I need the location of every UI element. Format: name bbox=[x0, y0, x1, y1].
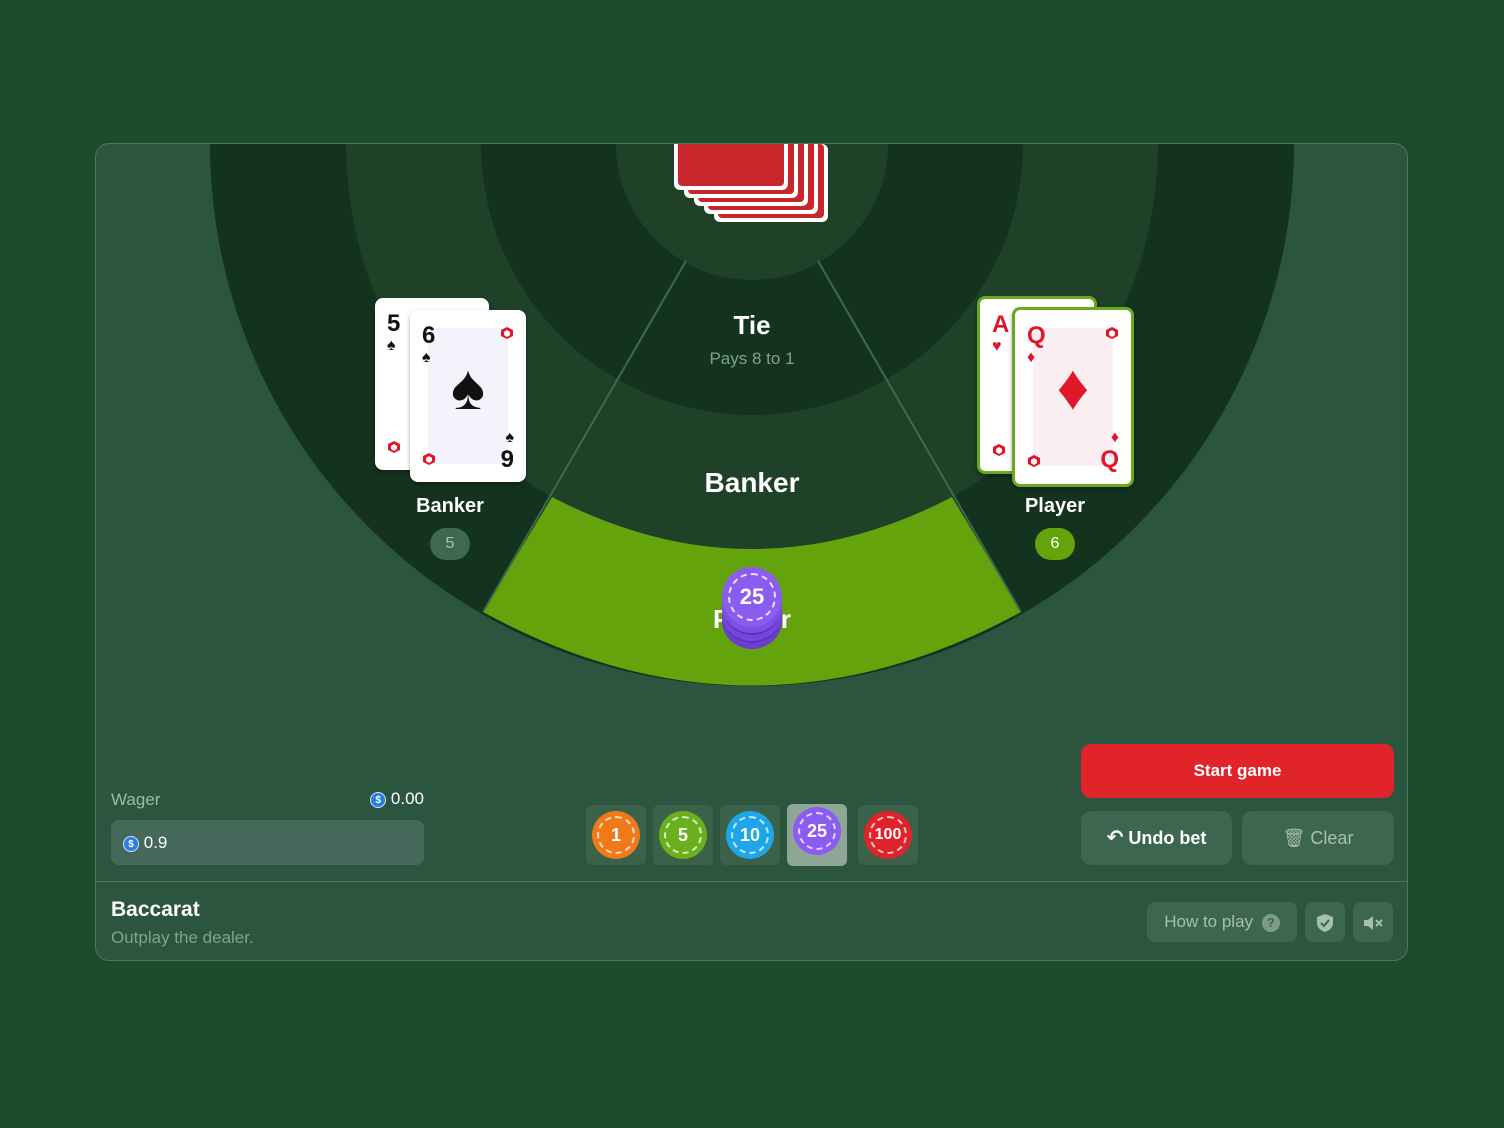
wager-amount-field[interactable]: $ 0.9 bbox=[111, 820, 424, 865]
bet-chip-stack[interactable]: 25 bbox=[722, 567, 782, 651]
chip-10-button[interactable]: 10 bbox=[720, 805, 780, 865]
chip-100-button[interactable]: 100 bbox=[858, 805, 918, 865]
bet-chip-value: 25 bbox=[739, 584, 765, 609]
tie-payout-text: Pays 8 to 1 bbox=[709, 349, 795, 368]
undo-icon: ↶ bbox=[1106, 827, 1124, 849]
chip-1-button[interactable]: 1 bbox=[586, 805, 646, 865]
banker-zone-label[interactable]: Banker bbox=[652, 467, 852, 499]
banker-count-badge: 5 bbox=[430, 528, 470, 560]
wager-balance: $ 0.00 bbox=[368, 789, 424, 809]
how-to-play-button[interactable]: How to play ? bbox=[1147, 902, 1297, 942]
card-back bbox=[674, 144, 788, 190]
bet-chip-top: 25 bbox=[722, 567, 782, 627]
chip-25-button[interactable]: 25 bbox=[787, 804, 847, 866]
brand-logo-icon bbox=[1028, 455, 1040, 467]
wager-label: Wager bbox=[111, 790, 161, 809]
brand-logo-icon bbox=[388, 441, 400, 453]
clear-button[interactable]: 🗑 Clear bbox=[1242, 811, 1394, 865]
footer-divider bbox=[96, 881, 1407, 882]
player-card-2: Q ♦ ♦ ♦ Q bbox=[1012, 307, 1134, 487]
spade-icon: ♠ bbox=[451, 351, 485, 423]
game-title: Baccarat bbox=[111, 898, 200, 921]
player-hand-label: Player bbox=[1024, 495, 1086, 517]
wager-amount-value: 0.9 bbox=[143, 833, 168, 852]
brand-logo-icon bbox=[993, 444, 1005, 456]
player-count-badge: 6 bbox=[1035, 528, 1075, 560]
undo-bet-button[interactable]: ↶ Undo bet bbox=[1081, 811, 1232, 865]
game-subtitle: Outplay the dealer. bbox=[111, 928, 254, 947]
mute-icon bbox=[1364, 915, 1383, 930]
game-panel: Tie Pays 8 to 1 Banker Player 25 5 ♠ 6 ♠… bbox=[95, 143, 1408, 961]
page: { "game": { "title": "Baccarat", "subtit… bbox=[0, 0, 1504, 1128]
brand-logo-icon bbox=[1106, 327, 1118, 339]
help-icon: ? bbox=[1261, 913, 1280, 932]
brand-logo-icon bbox=[501, 327, 513, 339]
chip-5-button[interactable]: 5 bbox=[653, 805, 713, 865]
brand-logo-icon bbox=[423, 453, 435, 465]
trash-icon: 🗑 bbox=[1282, 828, 1306, 848]
card-shoe bbox=[674, 144, 834, 246]
banker-card-2: 6 ♠ ♠ ♠ 9 bbox=[410, 310, 526, 482]
sound-toggle-button[interactable] bbox=[1353, 902, 1393, 942]
usdc-coin-icon: $ bbox=[123, 835, 139, 852]
fairness-button[interactable] bbox=[1305, 902, 1345, 942]
usdc-coin-icon: $ bbox=[370, 791, 387, 808]
tie-zone-label[interactable]: Tie bbox=[652, 310, 852, 341]
start-game-button[interactable]: Start game bbox=[1081, 744, 1394, 798]
shield-icon bbox=[1317, 913, 1333, 932]
banker-hand-label: Banker bbox=[416, 495, 484, 517]
diamond-icon: ♦ bbox=[1056, 351, 1090, 423]
